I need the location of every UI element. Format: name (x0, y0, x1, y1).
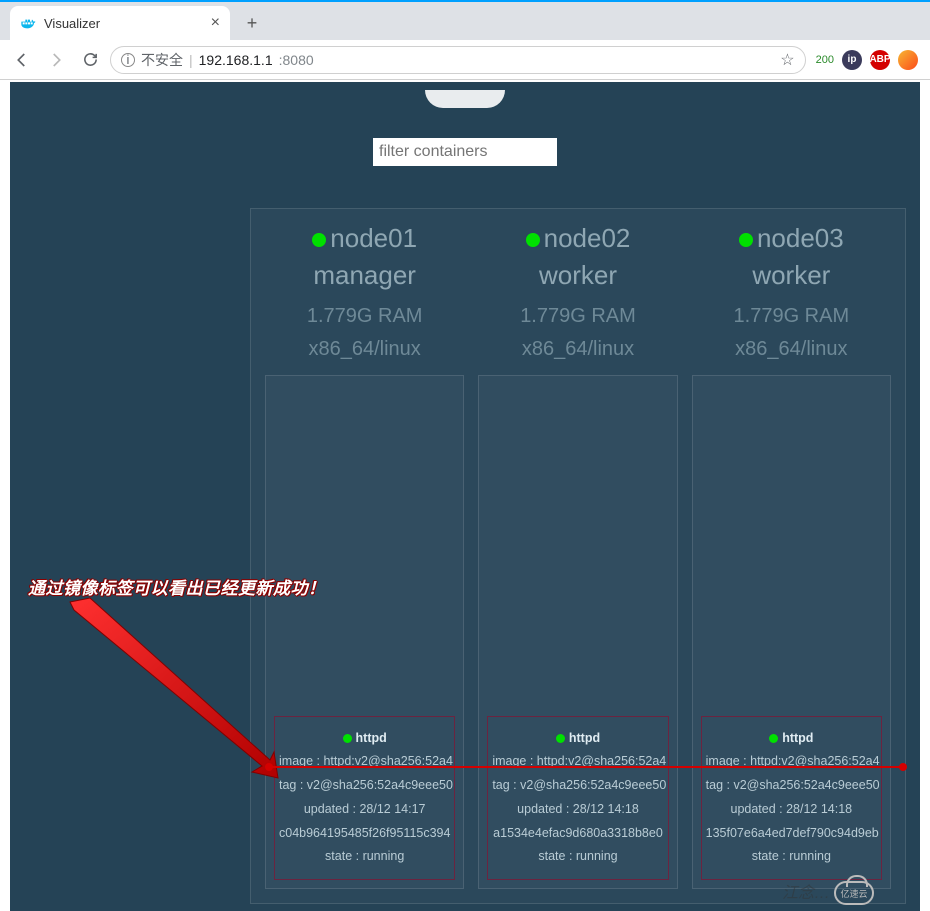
task-id: 135f07e6a4ed7def790c94d9eb (706, 822, 877, 846)
task-card[interactable]: httpd image : httpd:v2@sha256:52a4 tag :… (701, 716, 882, 881)
url-port: :8080 (279, 52, 314, 68)
status-badge: 200 (816, 54, 834, 66)
task-image: image : httpd:v2@sha256:52a4 (279, 750, 450, 774)
node-arch: x86_64/linux (692, 338, 891, 361)
logo-placeholder (425, 90, 505, 108)
task-updated: updated : 28/12 14:18 (706, 798, 877, 822)
task-service: httpd (279, 727, 450, 751)
task-id: c04b964195485f26f95115c394 (279, 822, 450, 846)
node-ram: 1.779G RAM (265, 305, 464, 328)
adblock-icon[interactable]: ABP (870, 50, 890, 70)
task-service: httpd (706, 727, 877, 751)
status-dot-icon (556, 734, 565, 743)
node-name: node01 (265, 223, 464, 254)
node-ram: 1.779G RAM (478, 305, 677, 328)
bookmark-icon[interactable]: ☆ (780, 50, 794, 70)
node-ram: 1.779G RAM (692, 305, 891, 328)
extension-icon[interactable] (898, 50, 918, 70)
node-name: node03 (692, 223, 891, 254)
node-column: node03 worker 1.779G RAM x86_64/linux ht… (692, 223, 891, 889)
page-content: node01 manager 1.779G RAM x86_64/linux h… (10, 82, 920, 911)
annotation-text: 通过镜像标签可以看出已经更新成功！ (28, 574, 326, 599)
task-id: a1534e4efac9d680a3318b8e0 (492, 822, 663, 846)
watermark-logo-icon: 亿速云 (834, 881, 874, 905)
node-column: node02 worker 1.779G RAM x86_64/linux ht… (478, 223, 677, 889)
url-host: 192.168.1.1 (199, 52, 273, 68)
reload-button[interactable] (76, 46, 104, 74)
watermark-text: 江念… (782, 879, 830, 903)
task-tag: tag : v2@sha256:52a4c9eee50 (706, 774, 877, 798)
task-card[interactable]: httpd image : httpd:v2@sha256:52a4 tag :… (487, 716, 668, 881)
extension-icon[interactable]: ip (842, 50, 862, 70)
separator: | (189, 52, 193, 68)
task-area: httpd image : httpd:v2@sha256:52a4 tag :… (478, 375, 677, 889)
status-dot-icon (343, 734, 352, 743)
node-role: manager (265, 260, 464, 291)
node-column: node01 manager 1.779G RAM x86_64/linux h… (265, 223, 464, 889)
status-dot-icon (312, 233, 326, 247)
task-card[interactable]: httpd image : httpd:v2@sha256:52a4 tag :… (274, 716, 455, 881)
task-area: httpd image : httpd:v2@sha256:52a4 tag :… (265, 375, 464, 889)
tab-title: Visualizer (44, 16, 100, 31)
task-updated: updated : 28/12 14:17 (279, 798, 450, 822)
task-tag: tag : v2@sha256:52a4c9eee50 (492, 774, 663, 798)
status-dot-icon (769, 734, 778, 743)
forward-button[interactable] (42, 46, 70, 74)
task-tag: tag : v2@sha256:52a4c9eee50 (279, 774, 450, 798)
node-name: node02 (478, 223, 677, 254)
cluster-panel: node01 manager 1.779G RAM x86_64/linux h… (250, 208, 906, 904)
status-dot-icon (526, 233, 540, 247)
security-label: 不安全 (141, 50, 183, 70)
back-button[interactable] (8, 46, 36, 74)
node-arch: x86_64/linux (265, 338, 464, 361)
task-state: state : running (706, 845, 877, 869)
node-role: worker (692, 260, 891, 291)
address-bar: i 不安全 | 192.168.1.1 :8080 ☆ 200 ip ABP (0, 40, 930, 80)
browser-tab[interactable]: Visualizer × (10, 6, 230, 40)
status-dot-icon (739, 233, 753, 247)
task-image: image : httpd:v2@sha256:52a4 (492, 750, 663, 774)
task-service: httpd (492, 727, 663, 751)
close-icon[interactable]: × (211, 14, 220, 32)
task-updated: updated : 28/12 14:18 (492, 798, 663, 822)
node-role: worker (478, 260, 677, 291)
annotation-line (269, 766, 903, 768)
docker-icon (20, 15, 36, 31)
info-icon: i (121, 53, 135, 67)
task-state: state : running (492, 845, 663, 869)
task-state: state : running (279, 845, 450, 869)
filter-input[interactable] (373, 138, 557, 166)
extensions-area: 200 ip ABP (812, 50, 922, 70)
task-area: httpd image : httpd:v2@sha256:52a4 tag :… (692, 375, 891, 889)
url-input[interactable]: i 不安全 | 192.168.1.1 :8080 ☆ (110, 46, 806, 74)
browser-tab-strip: Visualizer × + (0, 2, 930, 40)
node-arch: x86_64/linux (478, 338, 677, 361)
task-image: image : httpd:v2@sha256:52a4 (706, 750, 877, 774)
new-tab-button[interactable]: + (238, 9, 266, 37)
